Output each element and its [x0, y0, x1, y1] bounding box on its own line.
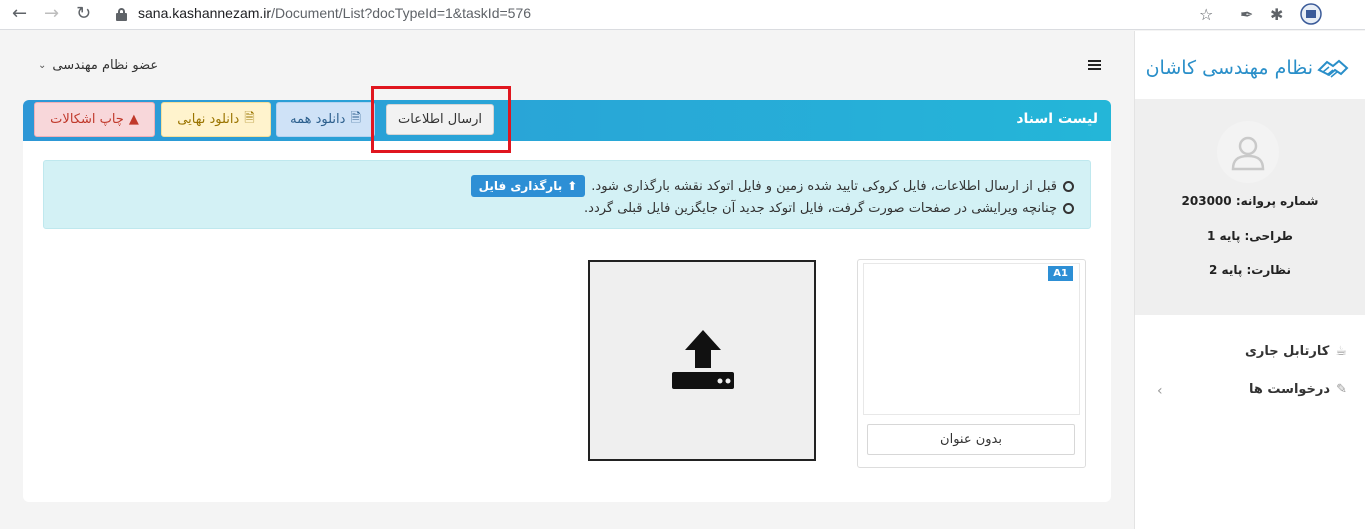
puzzle-icon[interactable]: ✱ [1270, 5, 1283, 24]
document-card[interactable]: A1 بدون عنوان [857, 259, 1086, 468]
back-arrow-icon[interactable]: ← [12, 4, 27, 24]
upload-file-label: بارگذاری فایل [478, 179, 563, 193]
supervision-grade: نظارت: پایه 2 [1209, 263, 1291, 277]
edit-icon: ✎ [1336, 382, 1347, 397]
alert-text-1: قبل از ارسال اطلاعات، فایل کروکی تایید ش… [591, 178, 1057, 194]
profile-panel: شماره پروانه: 203000 طراحی: پایه 1 نظارت… [1135, 99, 1365, 315]
documents-card: لیست اسناد ▲ چاپ اشکالات 🗎 دانلود نهایی … [23, 100, 1111, 502]
sidebar: نظام مهندسی کاشان شماره پروانه: 203000 ط… [1134, 31, 1365, 529]
upload-dropzone[interactable] [588, 260, 816, 461]
file-archive-icon: 🗎 [350, 110, 361, 126]
handshake-logo-icon [1317, 59, 1349, 78]
print-issues-label: چاپ اشکالات [50, 112, 124, 127]
address-bar[interactable]: sana.kashannezam.ir/Document/List?docTyp… [138, 5, 531, 21]
upload-file-button[interactable]: ⬆ بارگذاری فایل [470, 175, 586, 197]
hamburger-menu-icon[interactable] [1088, 60, 1101, 71]
card-header: لیست اسناد ▲ چاپ اشکالات 🗎 دانلود نهایی … [23, 100, 1111, 141]
print-issues-button[interactable]: ▲ چاپ اشکالات [34, 102, 155, 137]
extension-pen-icon[interactable]: ✒ [1240, 5, 1253, 24]
file-archive-icon: 🗎 [244, 110, 255, 126]
license-number: شماره پروانه: 203000 [1181, 194, 1319, 208]
chevron-down-icon: ⌄ [38, 60, 47, 71]
alert-line-2: چنانچه ویرایشی در صفحات صورت گرفت، فایل … [584, 201, 1074, 216]
user-avatar-icon [1217, 121, 1279, 183]
lock-icon[interactable] [116, 8, 127, 21]
member-role: عضو نظام مهندسی [52, 58, 159, 73]
circle-bullet-icon [1063, 203, 1074, 214]
alert-text-2: چنانچه ویرایشی در صفحات صورت گرفت، فایل … [584, 201, 1057, 216]
mug-icon: ☕ [1335, 344, 1347, 359]
design-grade: طراحی: پایه 1 [1207, 229, 1293, 243]
sidebar-item-requests[interactable]: ✎ درخواست ها [1249, 382, 1347, 397]
brand-name: نظام مهندسی کاشان [1145, 57, 1313, 79]
highlight-box [371, 86, 511, 153]
info-alert: قبل از ارسال اطلاعات، فایل کروکی تایید ش… [43, 160, 1091, 229]
download-all-button[interactable]: 🗎 دانلود همه [276, 102, 375, 137]
upload-icon: ⬆ [567, 179, 578, 193]
final-download-button[interactable]: 🗎 دانلود نهایی [161, 102, 271, 137]
size-badge: A1 [1048, 266, 1073, 281]
star-icon[interactable]: ☆ [1199, 5, 1213, 24]
upload-tray-icon [672, 330, 734, 389]
url-host: sana.kashannezam.ir [138, 5, 272, 21]
chevron-left-icon[interactable]: ‹ [1157, 383, 1163, 399]
reload-icon[interactable]: ↻ [76, 4, 91, 24]
circle-bullet-icon [1063, 180, 1074, 192]
download-all-label: دانلود همه [290, 112, 346, 127]
document-title-field[interactable]: بدون عنوان [867, 424, 1075, 455]
final-download-label: دانلود نهایی [177, 112, 240, 127]
member-dropdown[interactable]: عضو نظام مهندسی ⌄ [38, 58, 158, 73]
alert-line-1: قبل از ارسال اطلاعات، فایل کروکی تایید ش… [470, 175, 1074, 197]
sidebar-item-label: کارتابل جاری [1244, 344, 1330, 359]
document-thumbnail[interactable]: A1 [863, 263, 1080, 415]
warning-icon: ▲ [128, 112, 139, 127]
browser-toolbar: ← → ↻ sana.kashannezam.ir/Document/List?… [0, 0, 1365, 30]
sidebar-item-label: درخواست ها [1248, 382, 1331, 397]
brand[interactable]: نظام مهندسی کاشان [1146, 53, 1349, 83]
profile-avatar-icon[interactable] [1300, 3, 1322, 29]
card-title: لیست اسناد [1016, 111, 1098, 127]
sidebar-item-current-cartable[interactable]: ☕ کارتابل جاری [1245, 344, 1347, 359]
url-path: /Document/List?docTypeId=1&taskId=576 [271, 5, 532, 21]
forward-arrow-icon[interactable]: → [44, 4, 59, 24]
